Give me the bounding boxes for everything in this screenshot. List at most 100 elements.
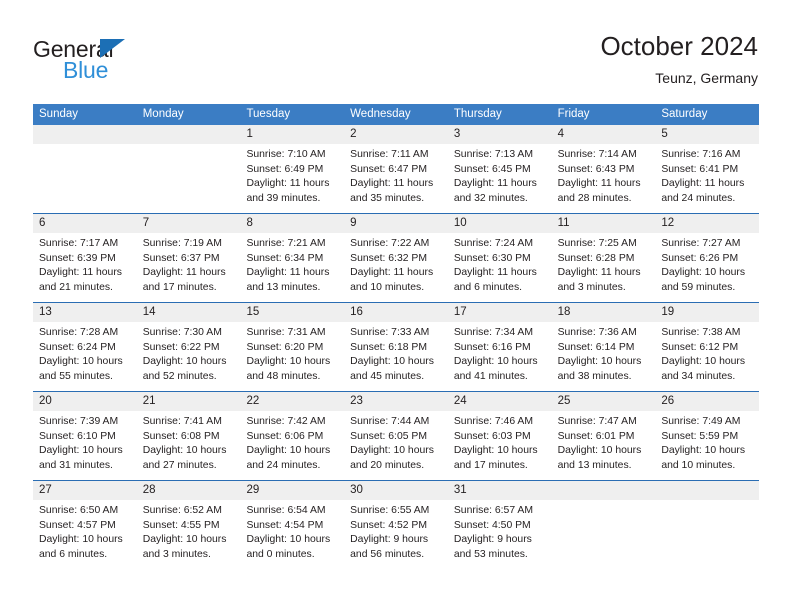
sunset-text: Sunset: 6:45 PM: [453, 163, 531, 175]
daylight-text: Daylight: 10 hours and 38 minutes.: [557, 356, 642, 382]
calendar-day-cell[interactable]: 9 Sunrise: 7:22 AM Sunset: 6:32 PM Daylight…: [344, 214, 448, 302]
sunrise-text: Sunrise: 6:50 AM: [39, 505, 119, 516]
weekday-header-thursday: Thursday: [453, 108, 502, 120]
day-number: 2: [344, 125, 448, 144]
day-sun-info: Sunrise: 7:41 AM Sunset: 6:08 PM Daylight:…: [137, 411, 241, 473]
daylight-text: Daylight: 11 hours and 21 minutes.: [39, 267, 122, 293]
calendar-day-cell[interactable]: 27 Sunrise: 6:50 AM Sunset: 4:57 PM Dayligh…: [33, 481, 137, 569]
sunset-text: Sunset: 6:32 PM: [350, 252, 427, 264]
calendar-day-cell[interactable]: 31 Sunrise: 6:57 AM Sunset: 4:50 PM Dayligh…: [447, 481, 552, 569]
daylight-text: Daylight: 10 hours and 3 minutes.: [142, 534, 227, 560]
day-number: [136, 125, 241, 144]
weekday-header-row: Sunday Monday Tuesday Wednesday Thursday…: [33, 104, 759, 125]
calendar-weeks: 1 Sunrise: 7:10 AM Sunset: 6:49 PM Daylight…: [33, 125, 760, 569]
calendar-day-cell[interactable]: 10 Sunrise: 7:24 AM Sunset: 6:30 PM Dayligh…: [447, 214, 552, 302]
daylight-text: Daylight: 10 hours and 52 minutes.: [142, 356, 227, 382]
calendar-day-cell[interactable]: 18 Sunrise: 7:36 AM Sunset: 6:14 PM Dayligh…: [551, 303, 656, 391]
sunrise-text: Sunrise: 7:10 AM: [246, 149, 326, 160]
sunrise-text: Sunrise: 7:41 AM: [142, 416, 222, 427]
day-sun-info: Sunrise: 7:27 AM Sunset: 6:26 PM Daylight:…: [655, 233, 759, 295]
calendar-day-cell[interactable]: 16 Sunrise: 7:33 AM Sunset: 6:18 PM Dayligh…: [344, 303, 448, 391]
sunset-text: Sunset: 6:08 PM: [142, 430, 220, 442]
day-sun-info: Sunrise: 7:17 AM Sunset: 6:39 PM Daylight:…: [33, 233, 137, 295]
sunset-text: Sunset: 6:18 PM: [350, 341, 427, 353]
day-number: 15: [240, 303, 345, 322]
sunrise-text: Sunrise: 7:11 AM: [350, 149, 429, 160]
calendar-day-cell[interactable]: 29 Sunrise: 6:54 AM Sunset: 4:54 PM Dayligh…: [240, 481, 345, 569]
calendar-day-cell-empty: [33, 125, 137, 213]
calendar-week-row: 6 Sunrise: 7:17 AM Sunset: 6:39 PM Daylight…: [33, 213, 760, 302]
sunset-text: Sunset: 6:05 PM: [350, 430, 427, 442]
calendar-day-cell[interactable]: 15 Sunrise: 7:31 AM Sunset: 6:20 PM Dayligh…: [240, 303, 345, 391]
sunrise-text: Sunrise: 7:14 AM: [557, 149, 637, 160]
day-sun-info: Sunrise: 7:33 AM Sunset: 6:18 PM Daylight:…: [344, 322, 448, 384]
daylight-text: Daylight: 11 hours and 35 minutes.: [350, 178, 434, 204]
day-number: 30: [344, 481, 448, 500]
sunrise-text: Sunrise: 6:57 AM: [453, 505, 534, 516]
day-number: 9: [344, 214, 448, 233]
daylight-text: Daylight: 10 hours and 6 minutes.: [39, 534, 123, 560]
daylight-text: Daylight: 10 hours and 27 minutes.: [142, 445, 227, 471]
calendar-day-cell[interactable]: 7 Sunrise: 7:19 AM Sunset: 6:37 PM Daylight…: [136, 214, 241, 302]
calendar-day-cell[interactable]: 3 Sunrise: 7:13 AM Sunset: 6:45 PM Daylight…: [447, 125, 552, 213]
weekday-header-saturday: Saturday: [661, 108, 708, 120]
sunset-text: Sunset: 6:06 PM: [246, 430, 324, 442]
day-sun-info: Sunrise: 7:24 AM Sunset: 6:30 PM Daylight:…: [448, 233, 552, 295]
day-sun-info: Sunrise: 7:42 AM Sunset: 6:06 PM Daylight:…: [240, 411, 344, 473]
calendar-day-cell[interactable]: 20 Sunrise: 7:39 AM Sunset: 6:10 PM Dayligh…: [33, 392, 137, 480]
calendar-day-cell[interactable]: 23 Sunrise: 7:44 AM Sunset: 6:05 PM Dayligh…: [344, 392, 448, 480]
calendar-day-cell[interactable]: 8 Sunrise: 7:21 AM Sunset: 6:34 PM Daylight…: [240, 214, 345, 302]
sunset-text: Sunset: 6:10 PM: [39, 430, 116, 442]
logo-text-blue: Blue: [63, 57, 109, 83]
sunrise-text: Sunrise: 7:44 AM: [350, 416, 430, 427]
sunset-text: Sunset: 6:22 PM: [142, 341, 220, 353]
calendar-day-cell[interactable]: 4 Sunrise: 7:14 AM Sunset: 6:43 PM Daylight…: [551, 125, 656, 213]
calendar-day-cell[interactable]: 14 Sunrise: 7:30 AM Sunset: 6:22 PM Dayligh…: [136, 303, 241, 391]
calendar-day-cell[interactable]: 17 Sunrise: 7:34 AM Sunset: 6:16 PM Dayligh…: [447, 303, 552, 391]
sunrise-text: Sunrise: 7:42 AM: [246, 416, 326, 427]
calendar-day-cell[interactable]: 2 Sunrise: 7:11 AM Sunset: 6:47 PM Daylight…: [344, 125, 448, 213]
calendar-day-cell[interactable]: 19 Sunrise: 7:38 AM Sunset: 6:12 PM Dayligh…: [655, 303, 760, 391]
calendar-day-cell[interactable]: 21 Sunrise: 7:41 AM Sunset: 6:08 PM Dayligh…: [136, 392, 241, 480]
sunset-text: Sunset: 6:30 PM: [453, 252, 531, 264]
day-sun-info: Sunrise: 7:13 AM Sunset: 6:45 PM Daylight:…: [448, 144, 552, 206]
sunrise-text: Sunrise: 7:30 AM: [142, 327, 222, 338]
sunrise-text: Sunrise: 7:47 AM: [557, 416, 637, 427]
calendar-day-cell[interactable]: 5 Sunrise: 7:16 AM Sunset: 6:41 PM Daylight…: [655, 125, 760, 213]
day-number: 31: [447, 481, 552, 500]
day-number: [33, 125, 137, 144]
sunrise-text: Sunrise: 6:54 AM: [246, 505, 326, 516]
calendar-day-cell[interactable]: 25 Sunrise: 7:47 AM Sunset: 6:01 PM Dayligh…: [551, 392, 656, 480]
sunset-text: Sunset: 6:43 PM: [557, 163, 635, 175]
calendar-day-cell[interactable]: 22 Sunrise: 7:42 AM Sunset: 6:06 PM Dayligh…: [240, 392, 345, 480]
sunset-text: Sunset: 6:03 PM: [453, 430, 531, 442]
calendar-day-cell[interactable]: 24 Sunrise: 7:46 AM Sunset: 6:03 PM Dayligh…: [447, 392, 552, 480]
logo-triangle-icon: [100, 39, 125, 58]
daylight-text: Daylight: 11 hours and 39 minutes.: [246, 178, 330, 204]
calendar-day-cell[interactable]: 28 Sunrise: 6:52 AM Sunset: 4:55 PM Dayligh…: [136, 481, 241, 569]
day-sun-info: Sunrise: 7:21 AM Sunset: 6:34 PM Daylight:…: [240, 233, 344, 295]
sunrise-text: Sunrise: 7:13 AM: [453, 149, 534, 160]
calendar-day-cell[interactable]: 1 Sunrise: 7:10 AM Sunset: 6:49 PM Daylight…: [240, 125, 345, 213]
calendar-day-cell[interactable]: 11 Sunrise: 7:25 AM Sunset: 6:28 PM Dayligh…: [551, 214, 656, 302]
calendar-day-cell[interactable]: 13 Sunrise: 7:28 AM Sunset: 6:24 PM Dayligh…: [33, 303, 137, 391]
day-number: 7: [136, 214, 241, 233]
day-sun-info: Sunrise: 7:36 AM Sunset: 6:14 PM Daylight:…: [552, 322, 656, 384]
calendar-page: General Blue October 2024 Teunz, Germany…: [0, 0, 792, 612]
daylight-text: Daylight: 10 hours and 55 minutes.: [39, 356, 123, 382]
day-number: 21: [136, 392, 241, 411]
daylight-text: Daylight: 9 hours and 56 minutes.: [350, 534, 429, 560]
calendar-day-cell[interactable]: 26 Sunrise: 7:49 AM Sunset: 5:59 PM Dayligh…: [655, 392, 760, 480]
calendar-week-row: 20 Sunrise: 7:39 AM Sunset: 6:10 PM Dayligh…: [33, 391, 760, 480]
calendar-day-cell[interactable]: 6 Sunrise: 7:17 AM Sunset: 6:39 PM Daylight…: [33, 214, 137, 302]
weekday-header-wednesday: Wednesday: [350, 108, 411, 120]
daylight-text: Daylight: 11 hours and 32 minutes.: [453, 178, 537, 204]
sunset-text: Sunset: 4:54 PM: [246, 519, 324, 531]
daylight-text: Daylight: 10 hours and 45 minutes.: [350, 356, 434, 382]
calendar-day-cell[interactable]: 12 Sunrise: 7:27 AM Sunset: 6:26 PM Dayligh…: [655, 214, 760, 302]
weekday-header-tuesday: Tuesday: [246, 108, 291, 120]
day-number: 19: [655, 303, 760, 322]
day-number: 16: [344, 303, 448, 322]
calendar-day-cell[interactable]: 30 Sunrise: 6:55 AM Sunset: 4:52 PM Dayligh…: [344, 481, 448, 569]
sunset-text: Sunset: 6:47 PM: [350, 163, 427, 175]
